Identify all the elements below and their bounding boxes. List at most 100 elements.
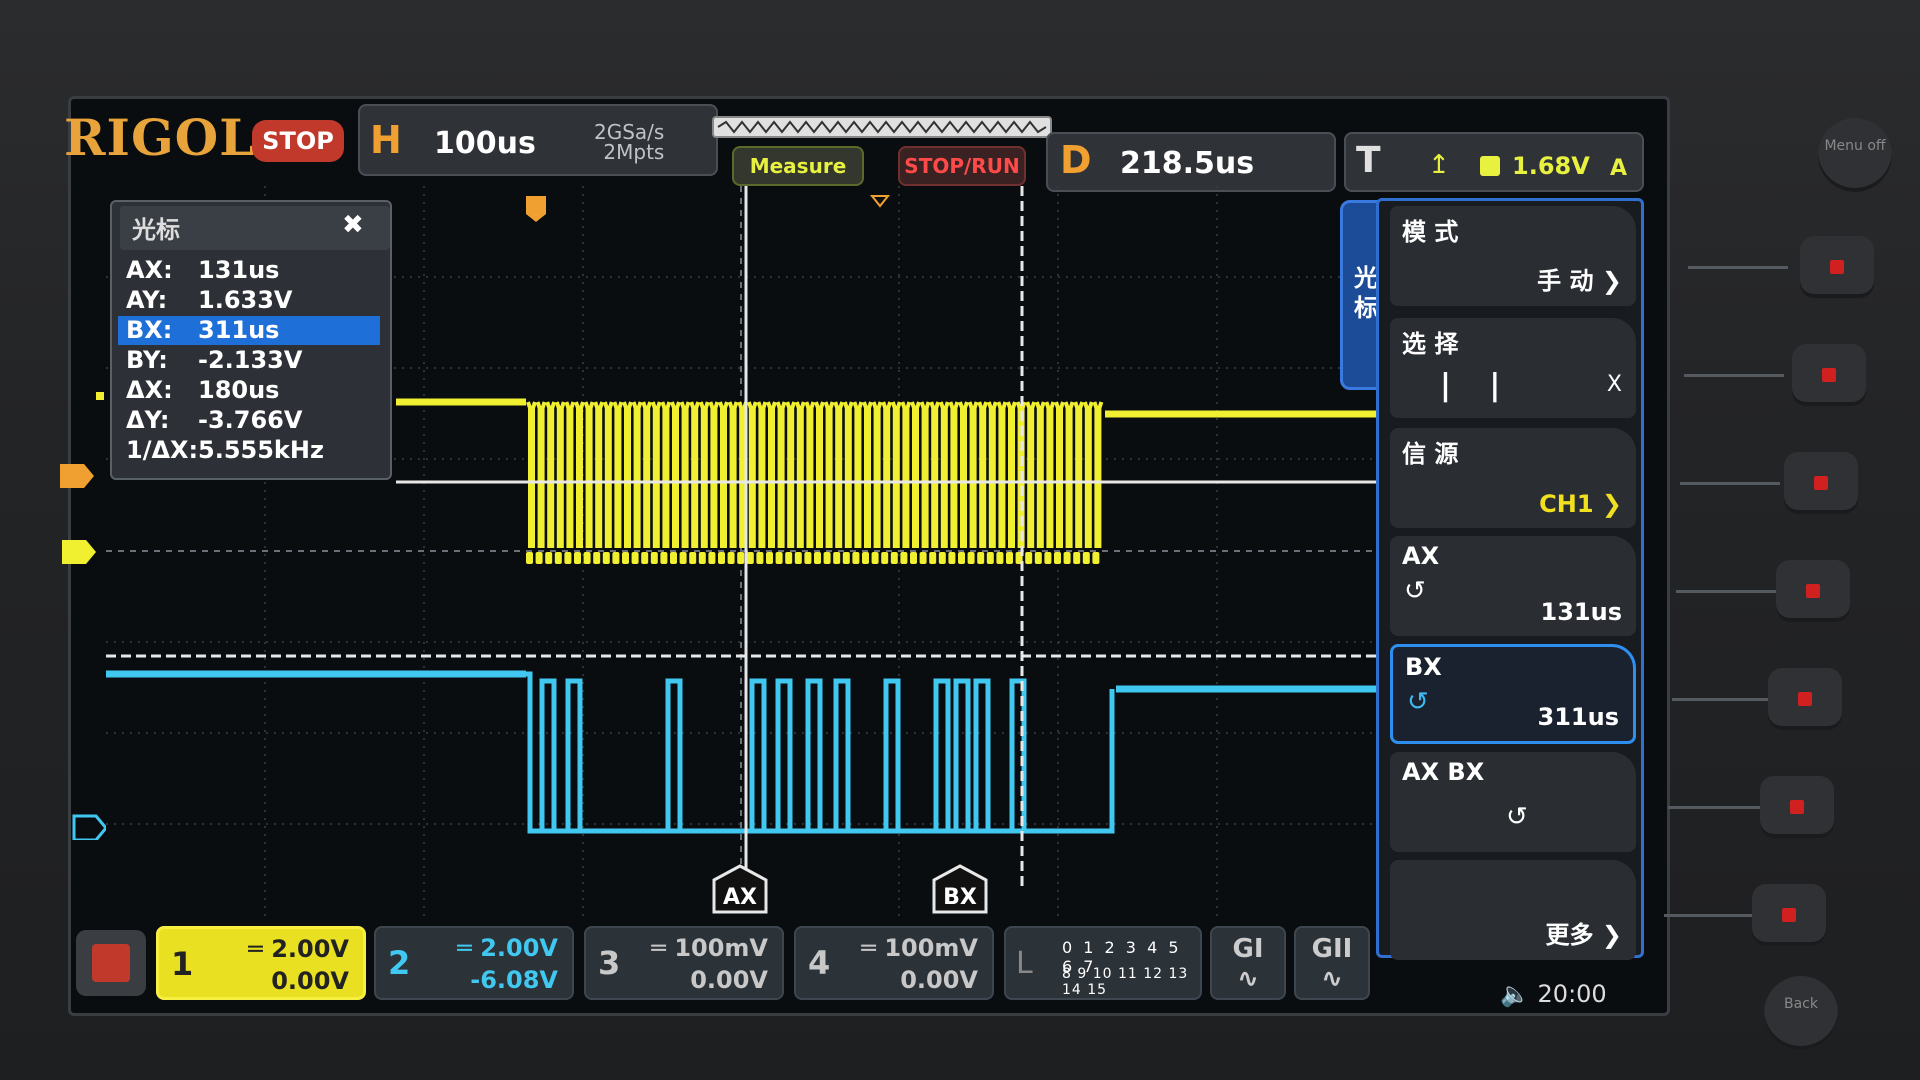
channel-2-pulse: [665, 678, 683, 831]
cursor-readout-value: 311us: [198, 316, 280, 344]
stop-run-button[interactable]: STOP/RUN: [898, 146, 1026, 186]
logic-channels-high: 8 9 10 11 12 13 14 15: [1062, 966, 1189, 998]
channel-2-pulse: [953, 678, 971, 831]
menu-item-bx[interactable]: BX ↺ 311us: [1390, 644, 1636, 744]
memory-waveform-preview: [717, 120, 1047, 134]
channel-1-pulse: [1025, 401, 1037, 548]
back-button[interactable]: Back: [1764, 976, 1838, 1050]
softkey-button[interactable]: [1800, 236, 1874, 298]
menu-item-label: 信 源: [1402, 440, 1459, 468]
channel-1-decode-dot: [890, 552, 898, 564]
menu-item-value: 手 动 ❯: [1537, 267, 1622, 295]
softkey-led-icon: [1790, 800, 1804, 814]
channel-1-decode-dot: [986, 552, 994, 564]
channel-1-pulse: [900, 401, 912, 548]
softkey-led-icon: [1830, 260, 1844, 274]
channel-1-decode-dot: [746, 552, 754, 564]
menu-item-more[interactable]: 更多 ❯: [1390, 860, 1636, 960]
menu-item-mode[interactable]: 模 式 手 动 ❯: [1390, 206, 1636, 306]
channel-1-decode-dot: [526, 552, 533, 564]
generator-label: GI: [1232, 934, 1264, 964]
generator-1-box[interactable]: GI ∿: [1210, 926, 1286, 1000]
logic-analyzer-box[interactable]: L 0 1 2 3 4 5 6 7 8 9 10 11 12 13 14 15: [1004, 926, 1202, 1000]
channel-1-pulse: [564, 401, 576, 548]
channel-scale: ═ 100mV: [861, 934, 979, 962]
softkey-guide-line: [1680, 482, 1780, 485]
cursor-readout-key: BX:: [126, 316, 173, 344]
softkey-button[interactable]: [1768, 668, 1842, 730]
channel-1-pulse: [1044, 401, 1056, 548]
menu-item-label: BX: [1405, 653, 1442, 681]
channel-1-decode-dot: [814, 552, 821, 564]
softkey-guide-line: [1664, 914, 1764, 917]
channel-1-decode-dot: [842, 552, 850, 564]
channel-1-pulse: [708, 401, 720, 548]
channel-1-decode-dot: [1054, 552, 1061, 564]
cursor-readout-row: 1/ΔX: 5.555kHz: [118, 436, 380, 465]
channel-3-box[interactable]: 3 ═ 100mV 0.00V: [584, 926, 784, 1000]
channel-1-decode-dot: [1082, 552, 1090, 564]
menu-off-button[interactable]: Menu off: [1818, 118, 1892, 192]
sine-wave-icon: ∿: [1321, 964, 1343, 994]
channel-offset: 0.00V: [690, 966, 768, 994]
channel-1-pulse: [814, 401, 825, 548]
channel-number: 2: [388, 944, 411, 982]
menu-item-axbx[interactable]: AX BX ↺: [1390, 752, 1636, 852]
cursor-readout-key: BY:: [126, 346, 168, 374]
channel-1-pulse: [660, 401, 672, 548]
channel-1-pulse: [727, 401, 739, 548]
channel-1-pulse: [622, 401, 633, 548]
channel-1-pulse: [833, 401, 845, 548]
cursor-readout-value: 1.633V: [198, 286, 293, 314]
channel-1-pulse: [794, 401, 806, 548]
channel-1-decode-dot: [756, 552, 764, 564]
softkey-guide-line: [1688, 266, 1788, 269]
channel-1-decode-dot: [1063, 552, 1071, 564]
channel-1-decode-dot: [929, 552, 937, 564]
cursor-readout-value: 5.555kHz: [198, 436, 324, 464]
channel-1-marker: [62, 540, 96, 564]
channel-1-pulse: [766, 401, 777, 548]
channel-scale: ═ 2.00V: [248, 935, 349, 963]
channel-1-pulse: [1006, 401, 1017, 548]
measure-button[interactable]: Measure: [732, 146, 864, 186]
softkey-button[interactable]: [1784, 452, 1858, 514]
channel-1-pulse: [1034, 401, 1046, 548]
softkey-button[interactable]: [1760, 776, 1834, 838]
channel-1-pulse: [1073, 401, 1085, 548]
channel-1-decode-dot: [910, 552, 917, 564]
sample-rate: 2GSa/s: [594, 120, 665, 144]
softkey-guide-line: [1684, 374, 1784, 377]
channel-1-pulse: [871, 401, 883, 548]
channel-2-pulses: [526, 671, 1115, 834]
trigger-position-marker: [526, 196, 546, 222]
softkey-button[interactable]: [1776, 560, 1850, 622]
channel-4-box[interactable]: 4 ═ 100mV 0.00V: [794, 926, 994, 1000]
generator-2-box[interactable]: GII ∿: [1294, 926, 1370, 1000]
channel-level-markers: [60, 392, 106, 840]
channel-1-decode-dot: [689, 552, 697, 564]
channel-1-decode-dot: [1092, 552, 1100, 564]
close-icon[interactable]: ✖: [342, 210, 364, 240]
cursor-readout-value: -3.766V: [198, 406, 303, 434]
channel-1-decode-dot: [698, 552, 706, 564]
channel-1-decode-dot: [804, 552, 812, 564]
softkey-button[interactable]: [1752, 884, 1826, 946]
channel-1-decode-dot: [1034, 552, 1042, 564]
channel-1-decode-dots: [526, 552, 1100, 564]
channel-1-pulse: [842, 401, 854, 548]
menu-item-source[interactable]: 信 源 CH1 ❯: [1390, 428, 1636, 528]
cursor-readout-value: 180us: [198, 376, 280, 404]
channel-1-pulse: [775, 401, 787, 548]
menu-item-value: 311us: [1537, 703, 1619, 731]
brand-logo: RIGOL: [64, 108, 256, 167]
menu-item-ax[interactable]: AX ↺ 131us: [1390, 536, 1636, 636]
channel-2-box[interactable]: 2 ═ 2.00V -6.08V: [374, 926, 574, 1000]
channel-1-box[interactable]: 1 ═ 2.00V 0.00V: [156, 926, 366, 1000]
channel-1-pulse: [650, 401, 662, 548]
channel-1-pulse: [641, 401, 653, 548]
stop-indicator[interactable]: [76, 930, 146, 996]
channel-1-pulse: [602, 401, 614, 548]
menu-item-select[interactable]: 选 择 | | X: [1390, 318, 1636, 418]
softkey-button[interactable]: [1792, 344, 1866, 406]
